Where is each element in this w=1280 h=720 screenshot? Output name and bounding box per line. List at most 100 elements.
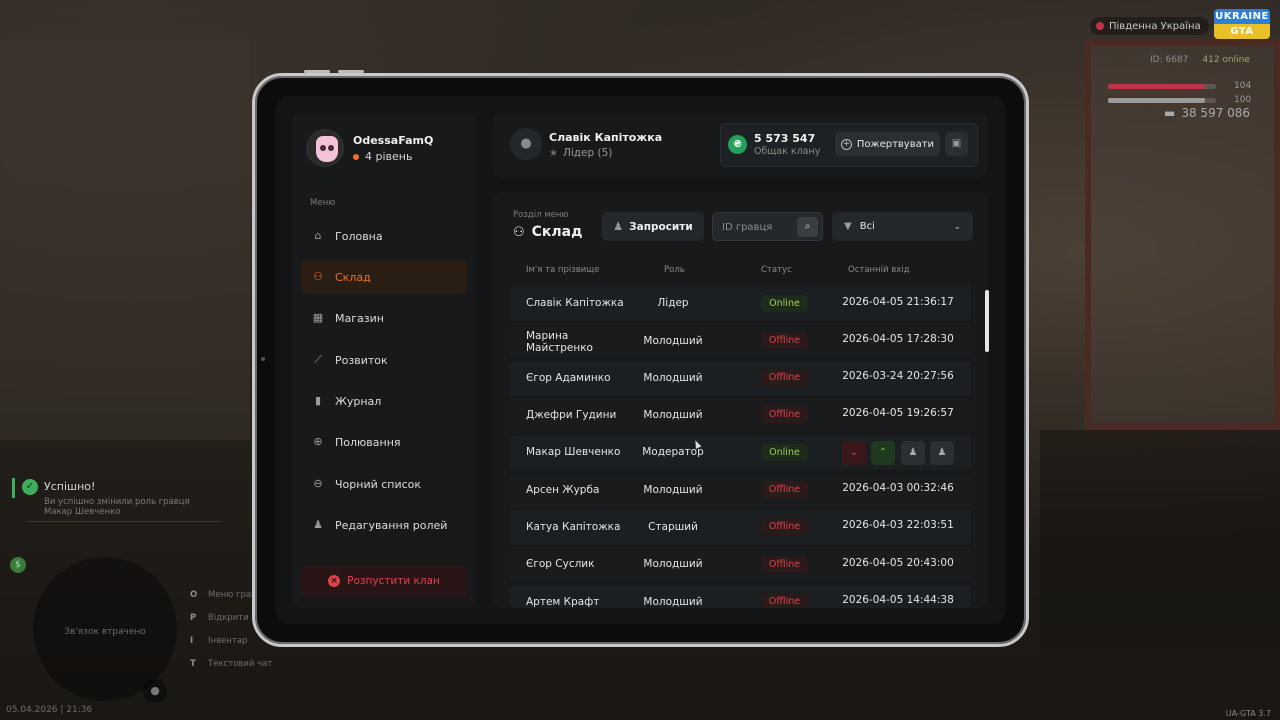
money-icon: ▬ (1164, 106, 1176, 120)
status-badge: Offline (761, 518, 808, 535)
member-role: Молодший (643, 372, 703, 384)
sidebar-item-label: Склад (335, 270, 371, 284)
sidebar-item-blacklist[interactable]: ⊖ Чорний список (301, 467, 467, 501)
level-dot-icon (353, 153, 359, 160)
column-header-name: Ім'я та прізвище (526, 265, 600, 275)
server-name: Південна Україна (1109, 20, 1201, 32)
key-letter: I (190, 636, 194, 646)
notification-message: Ви успішно змінили роль гравця Макар Шев… (44, 497, 190, 517)
member-last-login: 2026-04-05 17:28:30 (842, 333, 954, 345)
avatar-eye (328, 145, 334, 151)
filter-icon: ▼ (844, 221, 852, 232)
avatar-eye (320, 145, 326, 151)
member-role: Молодший (643, 484, 703, 496)
storage-box-button[interactable]: ▣ (945, 132, 968, 156)
member-name: Єгор Суслик (526, 558, 595, 570)
date-time: 05.04.2026 | 21:36 (6, 705, 93, 715)
section-title: ⚇ Склад (513, 224, 582, 240)
key-letter: P (190, 613, 197, 623)
sidebar-item-home[interactable]: ⌂ Головна (301, 219, 467, 253)
profile-name: OdessaFamQ (353, 134, 434, 147)
sidebar-item-members[interactable]: ⚇ Склад (301, 260, 467, 294)
armor-bar-fill (1108, 98, 1206, 103)
minimap-caption: Зв'язок втрачено (64, 627, 146, 637)
invite-label: Запросити (629, 220, 693, 233)
column-header-role: Роль (664, 265, 685, 275)
sidebar-item-label: Полювання (335, 435, 401, 449)
armor-value: 100 (1234, 95, 1252, 105)
member-last-login: 2026-03-24 20:27:56 (842, 370, 954, 382)
key-label: Відкрити (208, 613, 249, 623)
bank-label: Общак клану (754, 146, 821, 157)
status-badge: Offline (761, 369, 808, 386)
demote-button[interactable]: ⌄ (842, 441, 866, 465)
health-bar (1108, 84, 1216, 89)
add-user-icon: ♟ (613, 220, 624, 233)
bank-amount: 5 573 547 (754, 132, 816, 145)
scrollbar-thumb[interactable] (985, 290, 989, 352)
sidebar-item-shop[interactable]: ▦ Магазин (301, 301, 467, 335)
role-edit-icon: ♟ (313, 518, 323, 531)
sidebar-item-label: Магазин (335, 311, 384, 325)
disband-clan-button[interactable]: × Розпустити клан (301, 565, 467, 597)
member-last-login: 2026-04-05 21:36:17 (842, 296, 954, 308)
logo-line-1: UKRAINE (1215, 11, 1269, 22)
donate-label: Пожертвувати (856, 138, 935, 150)
user-add-icon: ♟ (937, 447, 947, 458)
shop-icon: ▦ (312, 311, 324, 324)
sidebar-item-label: Головна (335, 229, 383, 243)
member-name: Катуа Капітожка (526, 521, 621, 533)
logo-line-2: GTA (1230, 26, 1254, 37)
notification-divider (26, 521, 222, 522)
member-name: Марина Майстренко (526, 330, 593, 354)
member-role: Лідер (657, 297, 689, 309)
currency-icon: ₴ (728, 135, 747, 154)
member-role: Модератор (642, 446, 704, 458)
column-header-status: Статус (761, 265, 792, 275)
profile-level: 4 рівень (353, 150, 412, 163)
journal-icon: ▮ (314, 394, 322, 407)
leader-name: Славік Капітожка (549, 131, 663, 144)
hud-money: ▬ 38 597 086 (1164, 106, 1250, 120)
server-dot-icon (1096, 22, 1104, 30)
sidebar-item-hunting[interactable]: ⊕ Полювання (301, 425, 467, 459)
notification-title: Успішно! (44, 480, 96, 493)
donate-button[interactable]: + Пожертвувати (835, 132, 940, 156)
member-name: Арсен Журба (526, 484, 600, 496)
add-to-blacklist-button[interactable]: ♟ (930, 441, 954, 465)
member-last-login: 2026-04-05 19:26:57 (842, 407, 954, 419)
key-label: Текстовий чат (208, 659, 273, 669)
tablet-camera (261, 357, 265, 361)
player-id: ID: 6687 (1150, 55, 1189, 65)
chevron-up-icon: ⌃ (878, 447, 888, 458)
kick-member-button[interactable]: ♟ (901, 441, 925, 465)
role-filter-dropdown[interactable]: ▼ Всі ⌄ (832, 212, 973, 241)
promote-button[interactable]: ⌃ (871, 441, 895, 465)
sidebar-item-development[interactable]: ⟋ Розвиток (301, 343, 467, 377)
chevron-down-icon: ⌄ (953, 221, 961, 232)
key-letter: T (190, 659, 196, 669)
section-title-label: Склад (531, 224, 583, 240)
sidebar-item-label: Редагування ролей (335, 518, 448, 532)
player-id-input[interactable] (722, 219, 792, 235)
microphone-icon[interactable]: ● (143, 679, 167, 703)
user-icon: ● (510, 128, 542, 160)
level-label: 4 рівень (365, 150, 413, 163)
members-icon: ⚇ (513, 224, 525, 240)
currency-icon: $ (10, 557, 26, 573)
filter-value: Всі (859, 221, 875, 232)
key-letter: O (190, 590, 198, 600)
search-button[interactable]: ⌕ (797, 217, 818, 237)
member-role: Молодший (643, 409, 703, 421)
disband-label: Розпустити клан (347, 575, 440, 587)
money-amount: 38 597 086 (1181, 106, 1251, 120)
sidebar-item-label: Журнал (335, 394, 382, 408)
member-role: Молодший (643, 335, 703, 347)
menu-caption: Меню (310, 198, 336, 208)
sidebar-item-journal[interactable]: ▮ Журнал (301, 384, 467, 418)
home-icon: ⌂ (314, 229, 322, 242)
keybind-hint: T Текстовий чат (190, 659, 272, 682)
box-icon: ▣ (951, 138, 962, 149)
sidebar-item-role-editing[interactable]: ♟ Редагування ролей (301, 508, 467, 542)
invite-button[interactable]: ♟ Запросити (602, 212, 704, 241)
